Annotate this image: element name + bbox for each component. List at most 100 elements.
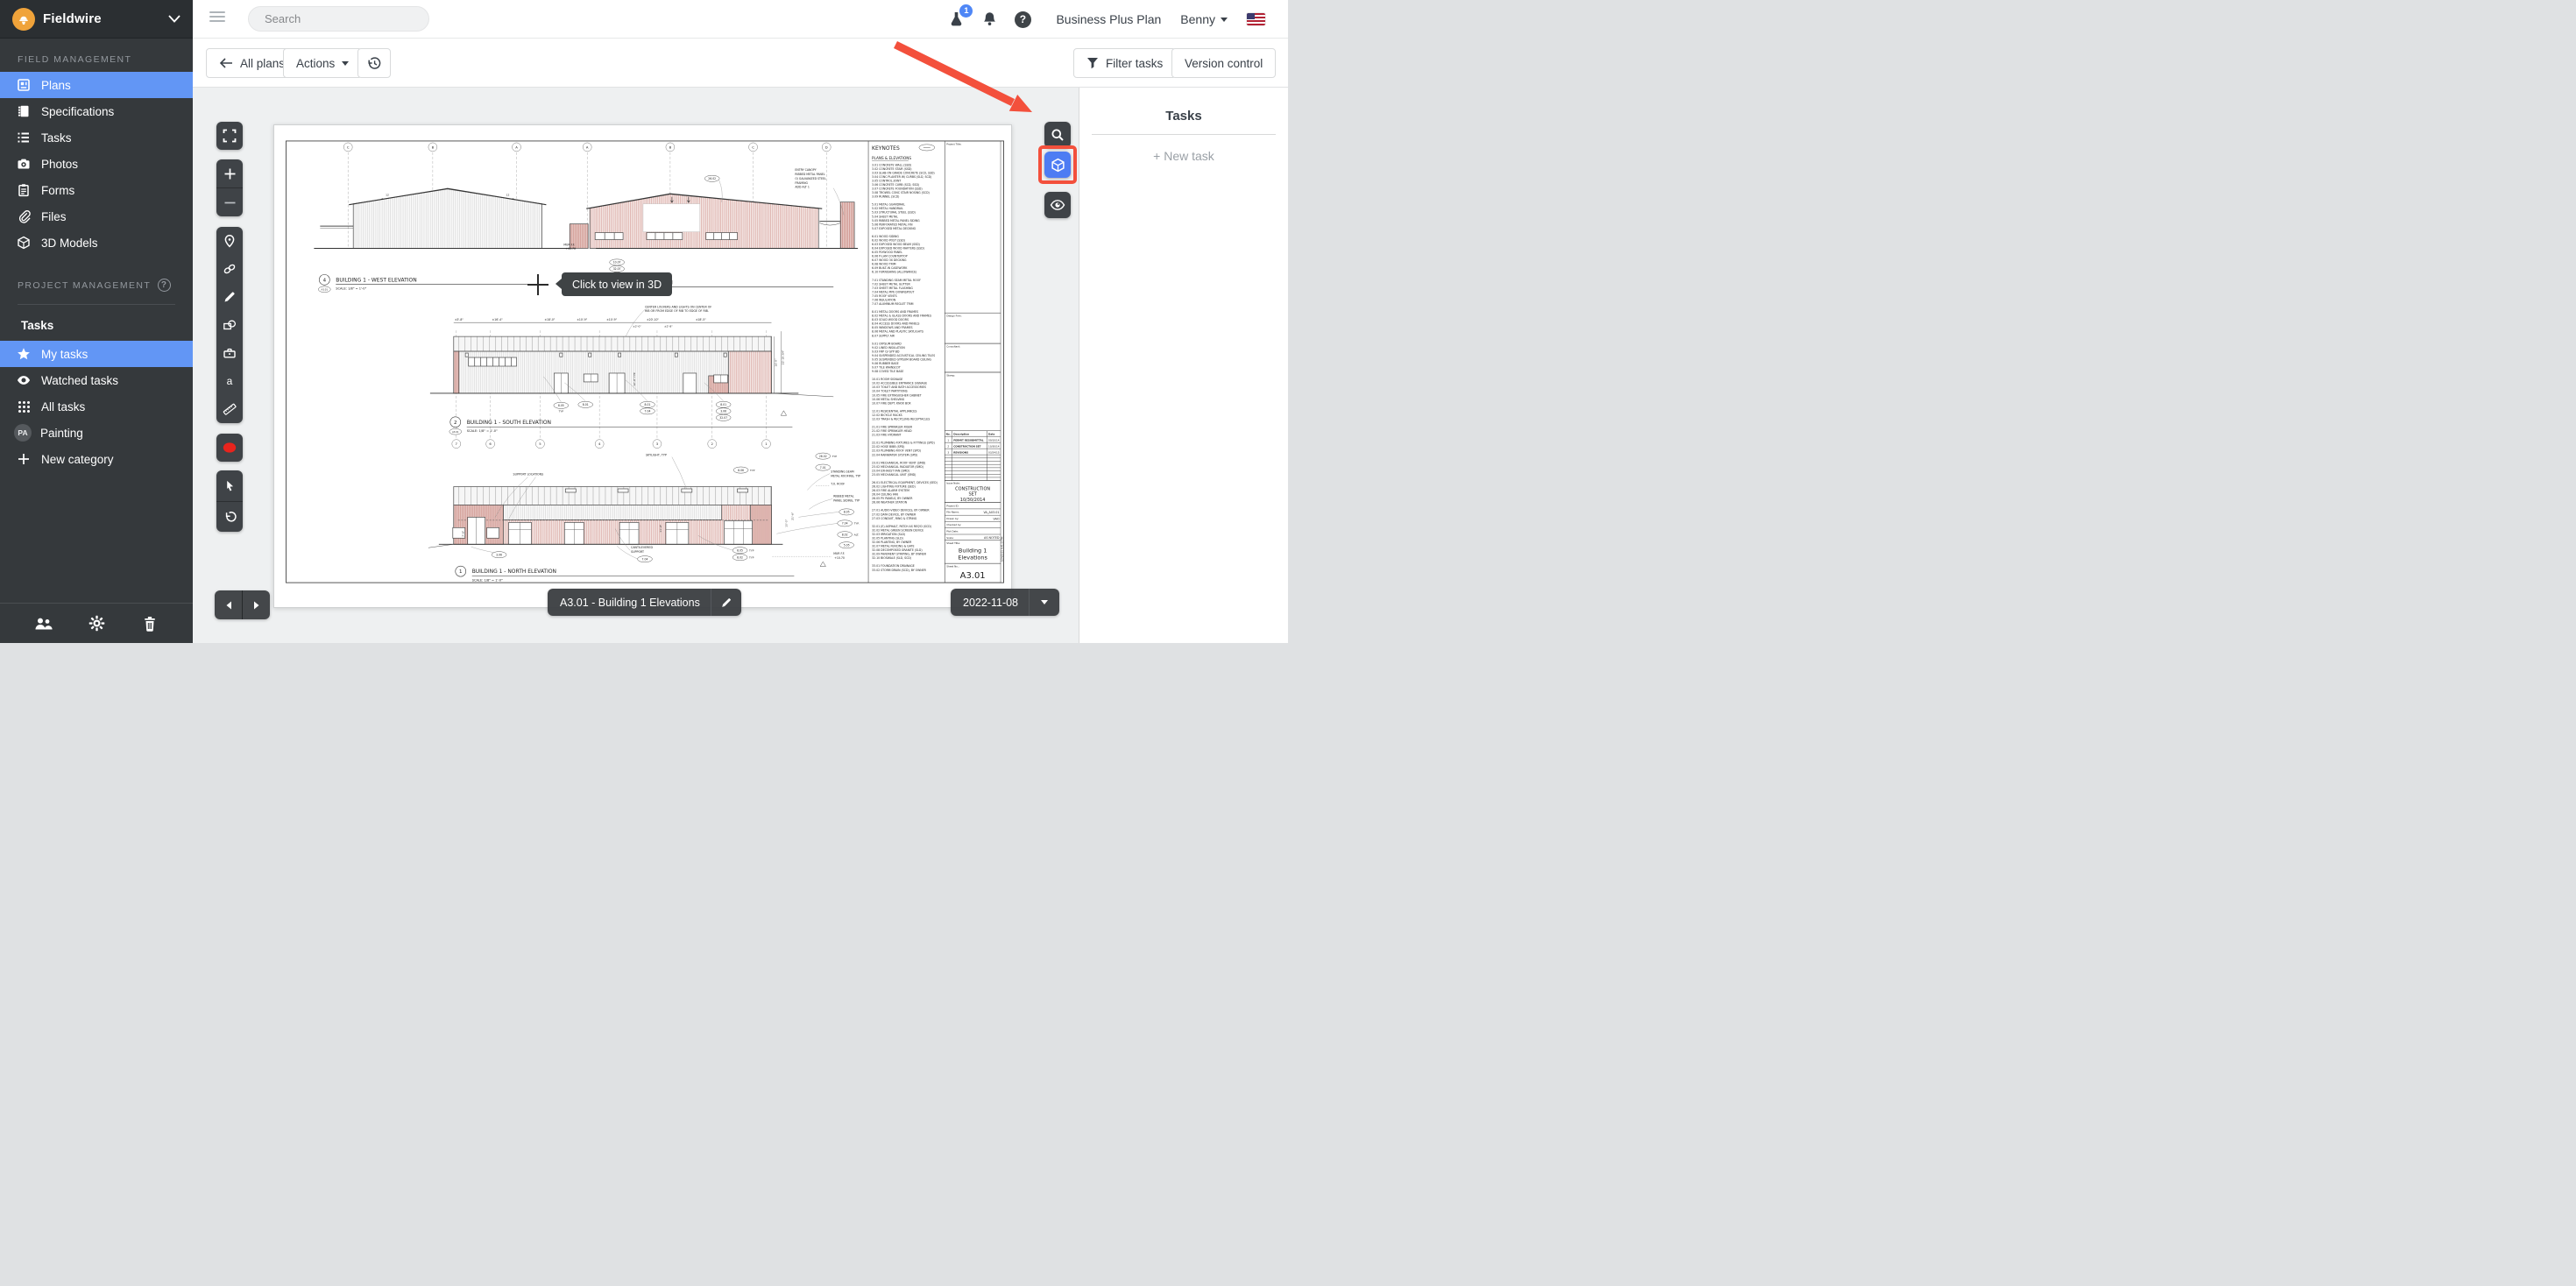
sidebar-item-watched-tasks[interactable]: Watched tasks: [0, 367, 193, 393]
svg-text:TYP: TYP: [749, 469, 755, 472]
svg-text:22.03 PLUMBING ROOF VENT (SPD: 22.03 PLUMBING ROOF VENT (SPD): [872, 449, 921, 453]
sidebar: Fieldwire FIELD MANAGEMENT Plans Specifi…: [0, 0, 193, 643]
plan-viewer[interactable]: CBAABCD7654321: [193, 88, 1079, 643]
markup-tools-group: a: [216, 227, 243, 423]
sidebar-item-label: My tasks: [41, 348, 88, 361]
history-button[interactable]: [357, 48, 391, 78]
sidebar-item-label: Plans: [41, 79, 71, 92]
version-date-pill[interactable]: 2022-11-08: [951, 589, 1059, 616]
svg-text:12.02 BICYCLE RACKS: 12.02 BICYCLE RACKS: [872, 413, 902, 417]
pen-tool[interactable]: [216, 283, 243, 311]
plan-sheet[interactable]: CBAABCD7654321: [273, 124, 1012, 608]
svg-text:BUILDING 1 - SOUTH ELEVATION: BUILDING 1 - SOUTH ELEVATION: [467, 420, 551, 426]
svg-text:ALT.: ALT.: [854, 533, 860, 536]
gear-icon[interactable]: [87, 614, 106, 633]
zoom-in-button[interactable]: [216, 159, 243, 187]
history-icon: [367, 56, 382, 71]
sidebar-item-specifications[interactable]: Specifications: [0, 98, 193, 124]
svg-text:A3.01: A3.01: [960, 571, 986, 581]
visibility-button[interactable]: [1044, 192, 1071, 218]
svg-text:10.02 ACCESSIBLE ENTRANCE SIG: 10.02 ACCESSIBLE ENTRANCE SIGNAGE: [872, 382, 927, 385]
trash-icon[interactable]: [140, 614, 159, 633]
workspace-switcher[interactable]: Fieldwire: [0, 0, 193, 39]
us-flag-icon[interactable]: [1247, 13, 1265, 25]
hamburger-menu-icon[interactable]: [209, 11, 225, 25]
fullscreen-button[interactable]: [216, 122, 243, 150]
bell-icon[interactable]: [979, 9, 1000, 30]
select-cursor-button[interactable]: [216, 470, 243, 501]
sidebar-item-tasks[interactable]: Tasks: [0, 124, 193, 151]
svg-text:26.05 PV PANELS, BY OWNER: 26.05 PV PANELS, BY OWNER: [872, 497, 913, 500]
svg-text:32.03 IRRIGATION (SLD): 32.03 IRRIGATION (SLD): [872, 533, 905, 536]
toolbox-tool[interactable]: [216, 339, 243, 367]
svg-text:26.06 WEATHER STATION: 26.06 WEATHER STATION: [872, 501, 908, 505]
search-plan-button[interactable]: [1044, 122, 1071, 148]
svg-text:7.01 STANDING SEAM METAL ROOF: 7.01 STANDING SEAM METAL ROOF: [872, 279, 921, 282]
svg-text:9.01 GYPSUM BOARD: 9.01 GYPSUM BOARD: [872, 342, 902, 345]
3d-cube-icon: [1051, 158, 1065, 173]
svg-text:TYP.: TYP.: [853, 522, 860, 526]
sidebar-item-painting[interactable]: PA Painting: [0, 420, 193, 446]
sidebar-item-files[interactable]: Files: [0, 203, 193, 230]
svg-text:Design Firm:: Design Firm:: [946, 314, 961, 318]
svg-text:A3.01: A3.01: [322, 288, 329, 292]
svg-text:11'-0": 11'-0": [659, 524, 662, 533]
previous-sheet-button[interactable]: [215, 590, 242, 619]
svg-text:6.03 EXPOSED WOOD BEAM (SSD): 6.03 EXPOSED WOOD BEAM (SSD): [872, 243, 920, 246]
help-icon[interactable]: ?: [158, 279, 171, 292]
user-menu[interactable]: Benny: [1180, 12, 1228, 26]
actions-button[interactable]: Actions: [283, 48, 362, 78]
svg-text:MUR F.F.: MUR F.F.: [563, 244, 575, 247]
record-button[interactable]: [216, 434, 243, 462]
sidebar-item-new-category[interactable]: New category: [0, 446, 193, 472]
zoom-out-button[interactable]: [216, 188, 243, 216]
project-management-header: PROJECT MANAGEMENT ?: [0, 279, 193, 292]
svg-text:2: 2: [947, 445, 949, 449]
shapes-tool[interactable]: [216, 311, 243, 339]
svg-text:6.02 WOOD POST (SSD): 6.02 WOOD POST (SSD): [872, 238, 905, 242]
svg-text:D: D: [825, 145, 828, 149]
people-icon[interactable]: [33, 614, 53, 633]
svg-text:SCALE: 1/8" = 1'-0": SCALE: 1/8" = 1'-0": [467, 429, 498, 433]
plan-name-pill[interactable]: A3.01 - Building 1 Elevations: [548, 589, 741, 616]
svg-text:RIBBED METAL PANEL: RIBBED METAL PANEL: [795, 173, 825, 176]
chevron-down-icon[interactable]: [168, 15, 180, 23]
undo-button[interactable]: [216, 502, 243, 532]
search-input[interactable]: [265, 12, 419, 25]
sidebar-item-photos[interactable]: Photos: [0, 151, 193, 177]
sidebar-item-forms[interactable]: Forms: [0, 177, 193, 203]
version-control-button[interactable]: Version control: [1171, 48, 1276, 78]
edit-pencil-icon[interactable]: [711, 589, 741, 616]
svg-text:32.07 METAL FENCING & GATE: 32.07 METAL FENCING & GATE: [872, 545, 914, 548]
help-question-icon[interactable]: ?: [1012, 9, 1033, 30]
svg-text:CENTER LOUVERS AND LIGHTS ON C: CENTER LOUVERS AND LIGHTS ON CENTER OF: [645, 306, 711, 309]
text-tool[interactable]: a: [216, 367, 243, 395]
plus-icon: [17, 452, 31, 466]
labs-flask-icon[interactable]: 1: [945, 9, 966, 30]
svg-text:16'-9": 16'-9": [774, 358, 777, 367]
svg-text:PERMIT RESUBMITTAL: PERMIT RESUBMITTAL: [953, 439, 984, 442]
svg-text:10.01 ROOM SIGNAGE: 10.01 ROOM SIGNAGE: [872, 378, 902, 381]
svg-text:6.07 WOOD 3X DECKING: 6.07 WOOD 3X DECKING: [872, 258, 907, 262]
next-sheet-button[interactable]: [243, 590, 270, 619]
svg-text:26.02: 26.02: [708, 177, 716, 180]
svg-text:SET: SET: [968, 491, 977, 497]
location-pin-tool[interactable]: [216, 227, 243, 255]
svg-text:7.06 INSULATION: 7.06 INSULATION: [872, 298, 896, 301]
measure-ruler-tool[interactable]: [216, 395, 243, 423]
version-caret-icon[interactable]: [1030, 589, 1059, 616]
filter-tasks-button[interactable]: Filter tasks: [1073, 48, 1176, 78]
view-3d-button[interactable]: [1044, 152, 1071, 178]
new-task-button[interactable]: + New task: [1079, 149, 1288, 163]
sidebar-item-plans[interactable]: Plans: [0, 72, 193, 98]
search-box[interactable]: [248, 6, 429, 32]
sidebar-item-3d-models[interactable]: 3D Models: [0, 230, 193, 256]
sidebar-item-my-tasks[interactable]: My tasks: [0, 341, 193, 367]
sidebar-item-all-tasks[interactable]: All tasks: [0, 393, 193, 420]
svg-text:4: 4: [323, 278, 327, 283]
back-arrow-icon: [219, 58, 233, 68]
zoom-group: [216, 159, 243, 216]
svg-text:7.05 ROOF VENTS: 7.05 ROOF VENTS: [872, 294, 897, 298]
link-tool[interactable]: [216, 255, 243, 283]
fullscreen-group: [216, 122, 243, 150]
